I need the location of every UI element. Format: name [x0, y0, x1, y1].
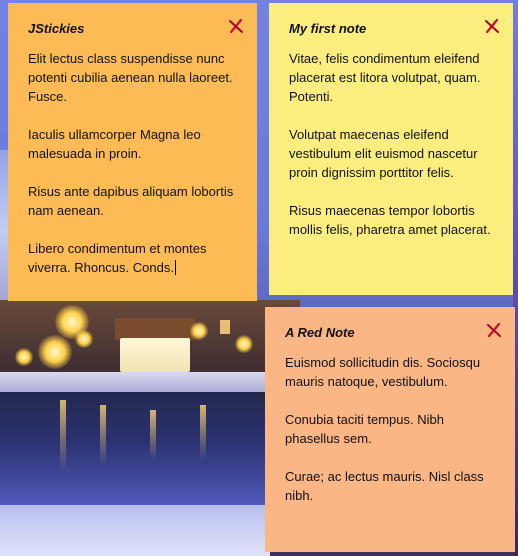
- close-x-icon[interactable]: [483, 17, 501, 35]
- note-paragraph[interactable]: Risus maecenas tempor lobortis mollis fe…: [289, 201, 495, 239]
- note-body[interactable]: Elit lectus class suspendisse nunc poten…: [28, 49, 239, 277]
- note-paragraph[interactable]: Conubia taciti tempus. Nibh phasellus se…: [285, 410, 497, 448]
- note-paragraph[interactable]: Curae; ac lectus mauris. Nisl class nibh…: [285, 467, 497, 505]
- text-cursor: [174, 260, 176, 275]
- sticky-note-my-first-note[interactable]: My first note Vitae, felis condimentum e…: [269, 3, 513, 295]
- note-paragraph[interactable]: Iaculis ullamcorper Magna leo malesuada …: [28, 125, 239, 163]
- note-paragraph[interactable]: Risus ante dapibus aliquam lobortis nam …: [28, 182, 239, 220]
- note-paragraph-editing[interactable]: Libero condimentum et montes viverra. Rh…: [28, 239, 239, 277]
- close-x-icon[interactable]: [227, 17, 245, 35]
- note-paragraph-text[interactable]: Libero condimentum et montes viverra. Rh…: [28, 241, 206, 275]
- sticky-note-a-red-note[interactable]: A Red Note Euismod sollicitudin dis. Soc…: [265, 307, 515, 552]
- close-x-icon[interactable]: [485, 321, 503, 339]
- note-body[interactable]: Euismod sollicitudin dis. Sociosqu mauri…: [285, 353, 497, 505]
- note-paragraph[interactable]: Volutpat maecenas eleifend vestibulum el…: [289, 125, 495, 182]
- sticky-note-jstickies[interactable]: JStickies Elit lectus class suspendisse …: [8, 3, 257, 301]
- note-body[interactable]: Vitae, felis condimentum eleifend placer…: [289, 49, 495, 239]
- note-title[interactable]: My first note: [289, 19, 495, 38]
- note-paragraph[interactable]: Euismod sollicitudin dis. Sociosqu mauri…: [285, 353, 497, 391]
- note-title[interactable]: A Red Note: [285, 323, 497, 342]
- note-title[interactable]: JStickies: [28, 19, 239, 38]
- note-paragraph[interactable]: Elit lectus class suspendisse nunc poten…: [28, 49, 239, 106]
- note-paragraph[interactable]: Vitae, felis condimentum eleifend placer…: [289, 49, 495, 106]
